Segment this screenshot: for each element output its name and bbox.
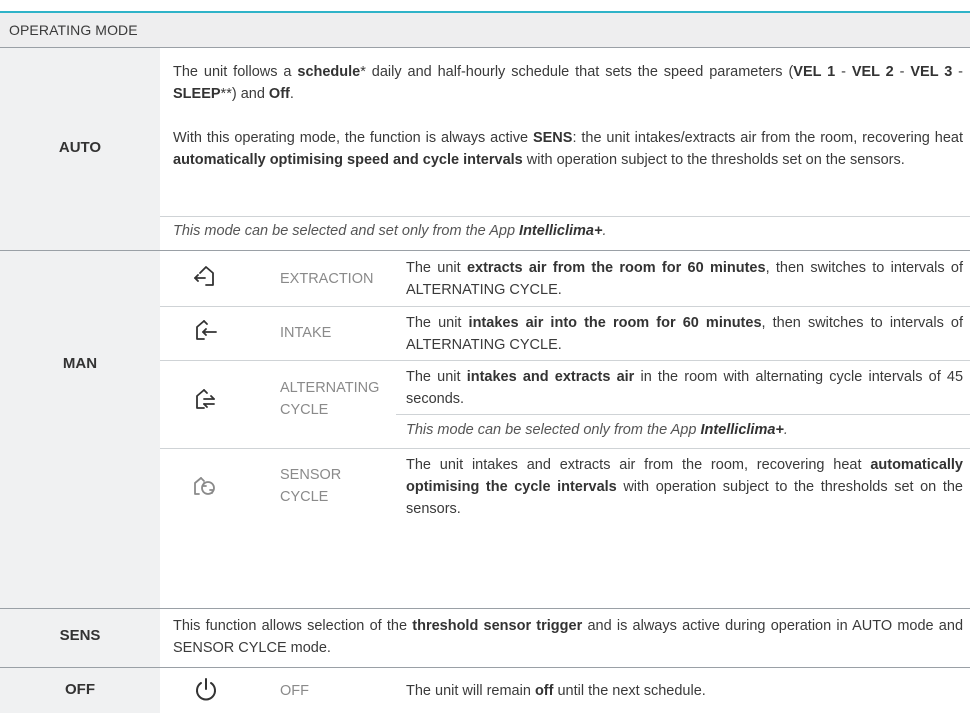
man-row: MAN EXTRACTION The unit extracts air fro…: [0, 251, 970, 608]
mode-note-divider: [396, 414, 970, 415]
mode-divider: [160, 306, 970, 307]
mode-divider: [160, 360, 970, 361]
mode-divider: [160, 448, 970, 449]
off-label-cell: OFF: [0, 668, 160, 713]
mode-alternating-note: This mode can be selected only from the …: [406, 422, 788, 438]
auto-label: AUTO: [58, 139, 102, 156]
auto-paragraph-2: With this operating mode, the function i…: [173, 130, 963, 168]
sens-description: This function allows selection of the th…: [173, 618, 964, 656]
sens-label-cell: SENS: [0, 609, 160, 667]
header-title: OPERATING MODE: [9, 22, 138, 38]
sens-row: SENS This function allows selection of t…: [0, 609, 970, 667]
auto-row: AUTO The unit follows a schedule* daily …: [0, 48, 970, 250]
mode-extraction-name: EXTRACTION: [280, 271, 374, 287]
mode-intake-name: INTAKE: [280, 325, 332, 341]
table-header: OPERATING MODE: [0, 13, 970, 48]
auto-note-divider: [160, 216, 970, 217]
sensor-cycle-icon: [192, 474, 216, 498]
alternating-cycle-icon: [194, 387, 218, 411]
extraction-icon: [194, 264, 218, 288]
off-label: OFF: [65, 681, 95, 698]
auto-label-cell: AUTO: [0, 48, 160, 250]
intake-icon: [194, 318, 218, 342]
auto-paragraph-1: The unit follows a schedule* daily and h…: [173, 64, 964, 102]
mode-sensor-description: The unit intakes and extracts air from t…: [406, 457, 963, 517]
man-label-cell: MAN: [0, 251, 160, 608]
off-description: The unit will remain off until the next …: [406, 683, 706, 699]
sens-label: SENS: [59, 627, 101, 644]
mode-alternating-name: ALTERNATING CYCLE: [280, 380, 380, 418]
off-row: OFF OFF The unit will remain off until t…: [0, 668, 970, 713]
man-label: MAN: [62, 355, 98, 372]
mode-sensor-name: SENSOR CYCLE: [280, 467, 342, 505]
mode-off-name: OFF: [280, 683, 309, 699]
operating-mode-table: OPERATING MODE AUTO The unit follows a s…: [0, 0, 970, 713]
mode-alternating-description: The unit intakes and extracts air in the…: [406, 369, 964, 407]
auto-note: This mode can be selected and set only f…: [173, 223, 607, 239]
mode-extraction-description: The unit extracts air from the room for …: [406, 260, 964, 298]
mode-intake-description: The unit intakes air into the room for 6…: [406, 315, 963, 353]
power-icon: [193, 677, 217, 701]
